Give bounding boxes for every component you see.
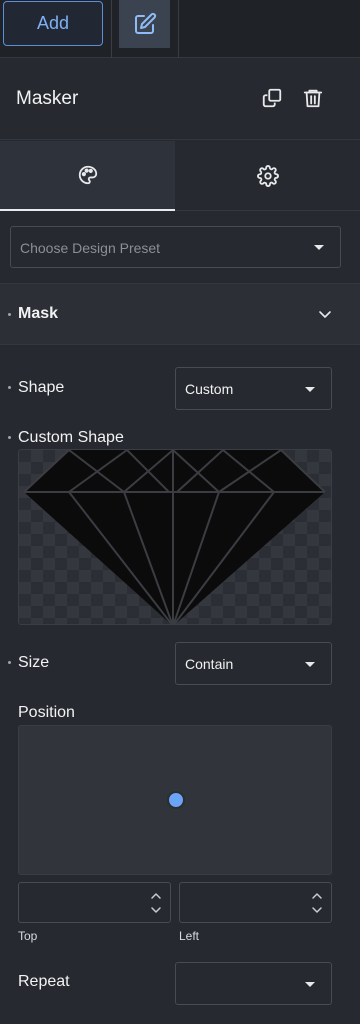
gear-icon [256, 164, 279, 187]
caret-down-icon [305, 662, 315, 667]
caret-down-icon [314, 245, 324, 250]
position-label: Position [18, 704, 75, 721]
custom-shape-preview[interactable] [18, 449, 332, 625]
top-toolbar: Add [0, 0, 360, 58]
position-top-label: Top [18, 929, 38, 943]
add-button[interactable]: Add [3, 1, 103, 46]
repeat-label: Repeat [18, 973, 70, 990]
delete-button[interactable] [302, 87, 324, 109]
element-title: Masker [16, 88, 79, 109]
repeat-select[interactable] [175, 962, 332, 1005]
bullet-dot [8, 661, 11, 664]
trash-icon [303, 89, 323, 108]
size-select[interactable]: Contain [175, 642, 332, 685]
caret-down-icon [305, 982, 315, 987]
toolbar-divider [178, 0, 179, 58]
design-preset-placeholder: Choose Design Preset [20, 240, 161, 256]
size-select-value: Contain [185, 656, 234, 672]
spinner-arrows-icon[interactable] [150, 890, 162, 916]
element-header: Masker [0, 58, 360, 140]
mask-section-header[interactable]: Mask [0, 283, 360, 345]
position-handle[interactable] [167, 791, 185, 809]
position-left-label: Left [179, 929, 200, 943]
design-preset-select[interactable]: Choose Design Preset [10, 226, 341, 268]
duplicate-button[interactable] [261, 87, 283, 109]
position-left-input[interactable] [179, 882, 332, 923]
palette-icon [78, 165, 97, 185]
size-label: Size [18, 654, 50, 671]
shape-select-value: Custom [185, 381, 234, 397]
spinner-arrows-icon[interactable] [311, 890, 323, 916]
caret-down-icon [305, 387, 315, 392]
shape-label: Shape [18, 379, 65, 396]
position-picker[interactable] [18, 725, 332, 875]
tab-settings[interactable] [175, 141, 360, 211]
panel-tabs [0, 141, 360, 211]
position-top-input[interactable] [18, 882, 171, 923]
custom-shape-label: Custom Shape [18, 429, 124, 446]
bullet-dot [8, 313, 11, 316]
shape-select[interactable]: Custom [175, 367, 332, 410]
duplicate-icon [262, 88, 282, 108]
toolbar-divider [111, 0, 112, 58]
bullet-dot [8, 386, 11, 389]
edit-icon [134, 12, 156, 34]
edit-button[interactable] [119, 0, 170, 48]
mask-section-title: Mask [18, 305, 59, 322]
tab-style[interactable] [0, 141, 175, 211]
bullet-dot [8, 436, 11, 439]
diamond-shape-image [23, 450, 326, 624]
chevron-down-icon [319, 311, 331, 318]
